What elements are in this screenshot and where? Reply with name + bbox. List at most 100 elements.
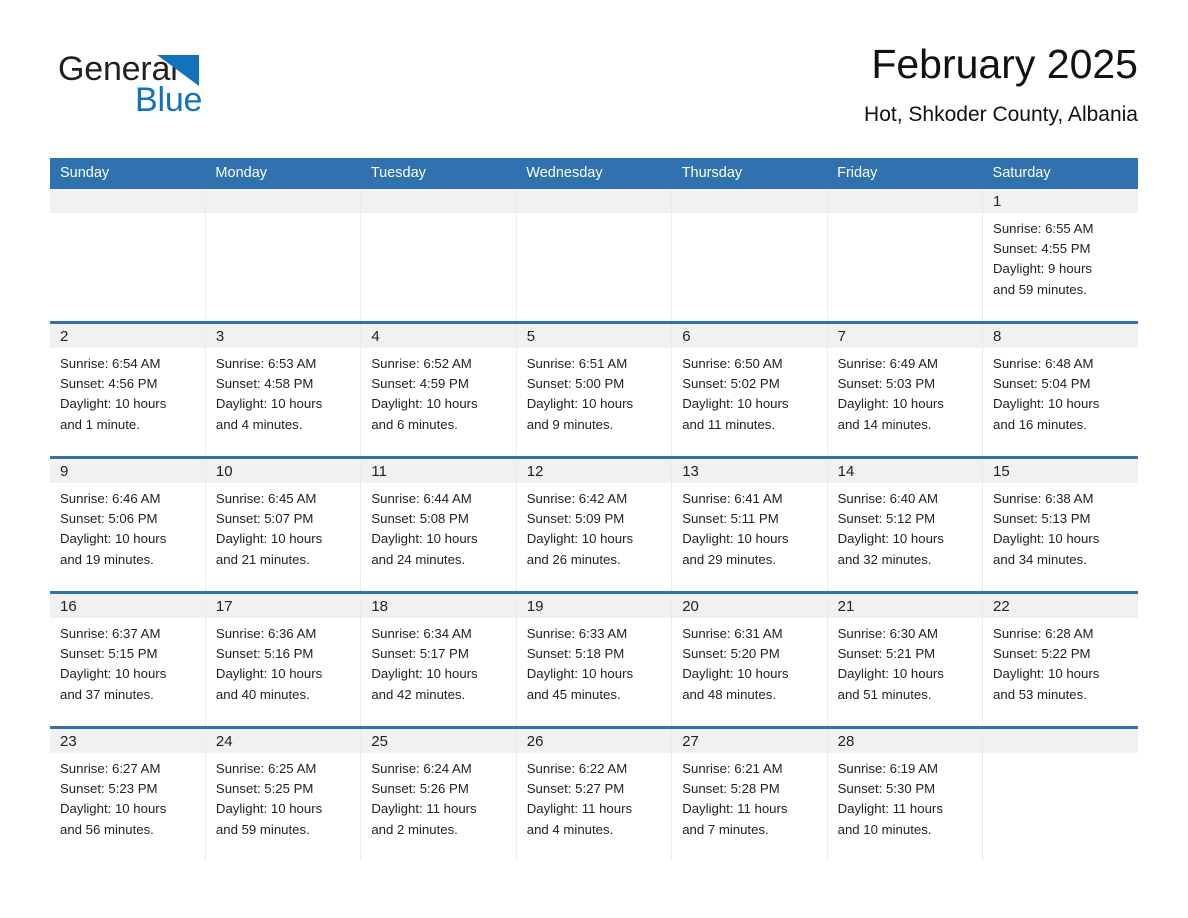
day-details: Sunrise: 6:33 AM Sunset: 5:18 PM Daylight:… <box>517 618 671 705</box>
day-details: Sunrise: 6:46 AM Sunset: 5:06 PM Daylight:… <box>50 483 205 570</box>
calendar-day-cell[interactable]: 1 Sunrise: 6:55 AM Sunset: 4:55 PM Daylight… <box>982 189 1138 323</box>
calendar-day-cell[interactable]: 21 Sunrise: 6:30 AM Sunset: 5:21 PM Dayligh… <box>827 591 984 728</box>
weekday-header-thursday: Thursday <box>671 158 828 189</box>
calendar-day-cell[interactable]: 5 Sunrise: 6:51 AM Sunset: 5:00 PM Daylight… <box>516 321 673 458</box>
calendar-day-cell[interactable]: 8 Sunrise: 6:48 AM Sunset: 5:04 PM Daylight… <box>982 321 1138 458</box>
sunset-text: Sunset: 5:08 PM <box>371 511 469 527</box>
calendar-day-cell[interactable]: 9 Sunrise: 6:46 AM Sunset: 5:06 PM Daylight… <box>50 456 206 593</box>
day-number: 10 <box>205 459 361 483</box>
sunset-text: Sunset: 5:21 PM <box>837 646 936 662</box>
general-blue-logo: General Blue <box>58 52 318 132</box>
sunset-text: Sunset: 4:58 PM <box>215 376 314 392</box>
sunset-text: Sunset: 5:23 PM <box>60 781 158 797</box>
calendar-day-cell-empty <box>516 189 673 323</box>
sunrise-text: Sunrise: 6:38 AM <box>993 491 1094 506</box>
daylight-text-line1: Daylight: 10 hours <box>60 396 167 412</box>
calendar-day-cell[interactable]: 28 Sunrise: 6:19 AM Sunset: 5:30 PM Dayligh… <box>827 726 984 861</box>
calendar-day-cell-empty <box>360 189 517 323</box>
sunrise-text: Sunrise: 6:53 AM <box>215 356 317 371</box>
calendar-day-cell[interactable]: 26 Sunrise: 6:22 AM Sunset: 5:27 PM Dayligh… <box>516 726 673 861</box>
day-details: Sunrise: 6:25 AM Sunset: 5:25 PM Daylight:… <box>206 753 360 840</box>
sunrise-text: Sunrise: 6:31 AM <box>682 626 783 641</box>
day-number: 27 <box>672 729 827 753</box>
calendar-day-cell[interactable]: 13 Sunrise: 6:41 AM Sunset: 5:11 PM Dayligh… <box>671 456 828 593</box>
day-details: Sunrise: 6:53 AM Sunset: 4:58 PM Daylight:… <box>206 348 360 435</box>
daylight-text-line1: Daylight: 9 hours <box>993 261 1092 277</box>
sunrise-text: Sunrise: 6:34 AM <box>371 626 472 641</box>
day-number: 22 <box>983 594 1138 618</box>
daylight-text-line1: Daylight: 10 hours <box>526 531 634 547</box>
sunrise-text: Sunrise: 6:50 AM <box>682 356 783 371</box>
calendar-day-cell[interactable]: 3 Sunrise: 6:53 AM Sunset: 4:58 PM Daylight… <box>205 321 362 458</box>
calendar-day-cell[interactable]: 22 Sunrise: 6:28 AM Sunset: 5:22 PM Dayligh… <box>982 591 1138 728</box>
calendar-day-cell[interactable]: 23 Sunrise: 6:27 AM Sunset: 5:23 PM Dayligh… <box>50 726 206 861</box>
calendar-day-cell[interactable]: 11 Sunrise: 6:44 AM Sunset: 5:08 PM Dayligh… <box>360 456 517 593</box>
sunset-text: Sunset: 4:56 PM <box>60 376 158 392</box>
calendar-day-cell[interactable]: 6 Sunrise: 6:50 AM Sunset: 5:02 PM Daylight… <box>671 321 828 458</box>
calendar-week-row: 9 Sunrise: 6:46 AM Sunset: 5:06 PM Daylight… <box>50 456 1138 593</box>
calendar-day-cell[interactable]: 16 Sunrise: 6:37 AM Sunset: 5:15 PM Dayligh… <box>50 591 206 728</box>
day-details: Sunrise: 6:24 AM Sunset: 5:26 PM Daylight:… <box>361 753 515 840</box>
daylight-text-line2: and 53 minutes. <box>993 686 1087 702</box>
calendar-week-row: 16 Sunrise: 6:37 AM Sunset: 5:15 PM Dayligh… <box>50 591 1138 728</box>
sunrise-text: Sunrise: 6:42 AM <box>526 491 628 506</box>
day-number: 16 <box>50 594 205 618</box>
calendar-day-cell[interactable]: 24 Sunrise: 6:25 AM Sunset: 5:25 PM Dayligh… <box>205 726 362 861</box>
day-details: Sunrise: 6:36 AM Sunset: 5:16 PM Daylight:… <box>206 618 360 705</box>
day-details: Sunrise: 6:45 AM Sunset: 5:07 PM Daylight:… <box>206 483 360 570</box>
calendar-day-cell[interactable]: 10 Sunrise: 6:45 AM Sunset: 5:07 PM Dayligh… <box>205 456 362 593</box>
day-details: Sunrise: 6:54 AM Sunset: 4:56 PM Daylight:… <box>50 348 205 435</box>
calendar-day-cell[interactable]: 15 Sunrise: 6:38 AM Sunset: 5:13 PM Dayligh… <box>982 456 1138 593</box>
daylight-text-line1: Daylight: 10 hours <box>682 396 789 412</box>
day-details: Sunrise: 6:41 AM Sunset: 5:11 PM Daylight:… <box>672 483 826 570</box>
daylight-text-line1: Daylight: 10 hours <box>526 666 634 682</box>
weekday-header-sunday: Sunday <box>50 158 206 189</box>
daylight-text-line1: Daylight: 10 hours <box>215 531 323 547</box>
daylight-text-line2: and 40 minutes. <box>215 686 310 702</box>
day-number <box>672 189 827 213</box>
sunset-text: Sunset: 5:00 PM <box>526 376 625 392</box>
calendar-day-cell[interactable]: 19 Sunrise: 6:33 AM Sunset: 5:18 PM Dayligh… <box>516 591 673 728</box>
daylight-text-line1: Daylight: 10 hours <box>993 531 1100 547</box>
calendar-day-cell[interactable]: 17 Sunrise: 6:36 AM Sunset: 5:16 PM Dayligh… <box>205 591 362 728</box>
calendar-day-cell[interactable]: 14 Sunrise: 6:40 AM Sunset: 5:12 PM Dayligh… <box>827 456 984 593</box>
calendar-day-cell[interactable]: 27 Sunrise: 6:21 AM Sunset: 5:28 PM Dayligh… <box>671 726 828 861</box>
day-number: 5 <box>516 324 672 348</box>
sunset-text: Sunset: 5:18 PM <box>526 646 625 662</box>
sunrise-text: Sunrise: 6:44 AM <box>371 491 472 506</box>
daylight-text-line2: and 9 minutes. <box>526 416 614 432</box>
day-details: Sunrise: 6:28 AM Sunset: 5:22 PM Daylight:… <box>983 618 1138 705</box>
sunset-text: Sunset: 5:04 PM <box>993 376 1091 392</box>
calendar-day-cell[interactable]: 20 Sunrise: 6:31 AM Sunset: 5:20 PM Dayligh… <box>671 591 828 728</box>
sunrise-text: Sunrise: 6:51 AM <box>526 356 628 371</box>
calendar-week-row: 1 Sunrise: 6:55 AM Sunset: 4:55 PM Daylight… <box>50 189 1138 323</box>
calendar-body: 1 Sunrise: 6:55 AM Sunset: 4:55 PM Daylight… <box>50 189 1138 861</box>
day-number: 15 <box>983 459 1138 483</box>
sunset-text: Sunset: 5:15 PM <box>60 646 158 662</box>
sunset-text: Sunset: 5:22 PM <box>993 646 1091 662</box>
sunrise-text: Sunrise: 6:37 AM <box>60 626 161 641</box>
sunrise-text: Sunrise: 6:27 AM <box>60 761 161 776</box>
day-details: Sunrise: 6:30 AM Sunset: 5:21 PM Daylight:… <box>828 618 982 705</box>
daylight-text-line2: and 34 minutes. <box>993 551 1087 567</box>
calendar-day-cell[interactable]: 4 Sunrise: 6:52 AM Sunset: 4:59 PM Daylight… <box>360 321 517 458</box>
day-details: Sunrise: 6:22 AM Sunset: 5:27 PM Daylight:… <box>517 753 671 840</box>
calendar-day-cell[interactable]: 7 Sunrise: 6:49 AM Sunset: 5:03 PM Daylight… <box>827 321 984 458</box>
calendar-day-cell-empty <box>982 726 1138 861</box>
daylight-text-line1: Daylight: 10 hours <box>371 666 478 682</box>
calendar-day-cell[interactable]: 18 Sunrise: 6:34 AM Sunset: 5:17 PM Dayligh… <box>360 591 517 728</box>
daylight-text-line2: and 7 minutes. <box>682 821 769 837</box>
sunset-text: Sunset: 5:06 PM <box>60 511 158 527</box>
weekday-header-wednesday: Wednesday <box>516 158 672 189</box>
day-details: Sunrise: 6:42 AM Sunset: 5:09 PM Daylight:… <box>517 483 671 570</box>
day-number: 17 <box>205 594 361 618</box>
calendar-day-cell[interactable]: 25 Sunrise: 6:24 AM Sunset: 5:26 PM Dayligh… <box>360 726 517 861</box>
calendar-day-cell-empty <box>827 189 984 323</box>
day-details: Sunrise: 6:48 AM Sunset: 5:04 PM Daylight:… <box>983 348 1138 435</box>
calendar-day-cell[interactable]: 2 Sunrise: 6:54 AM Sunset: 4:56 PM Daylight… <box>50 321 206 458</box>
sunrise-text: Sunrise: 6:28 AM <box>993 626 1094 641</box>
daylight-text-line1: Daylight: 10 hours <box>371 531 478 547</box>
day-details: Sunrise: 6:34 AM Sunset: 5:17 PM Daylight:… <box>361 618 515 705</box>
calendar-day-cell[interactable]: 12 Sunrise: 6:42 AM Sunset: 5:09 PM Dayligh… <box>516 456 673 593</box>
sunset-text: Sunset: 4:55 PM <box>993 241 1091 257</box>
